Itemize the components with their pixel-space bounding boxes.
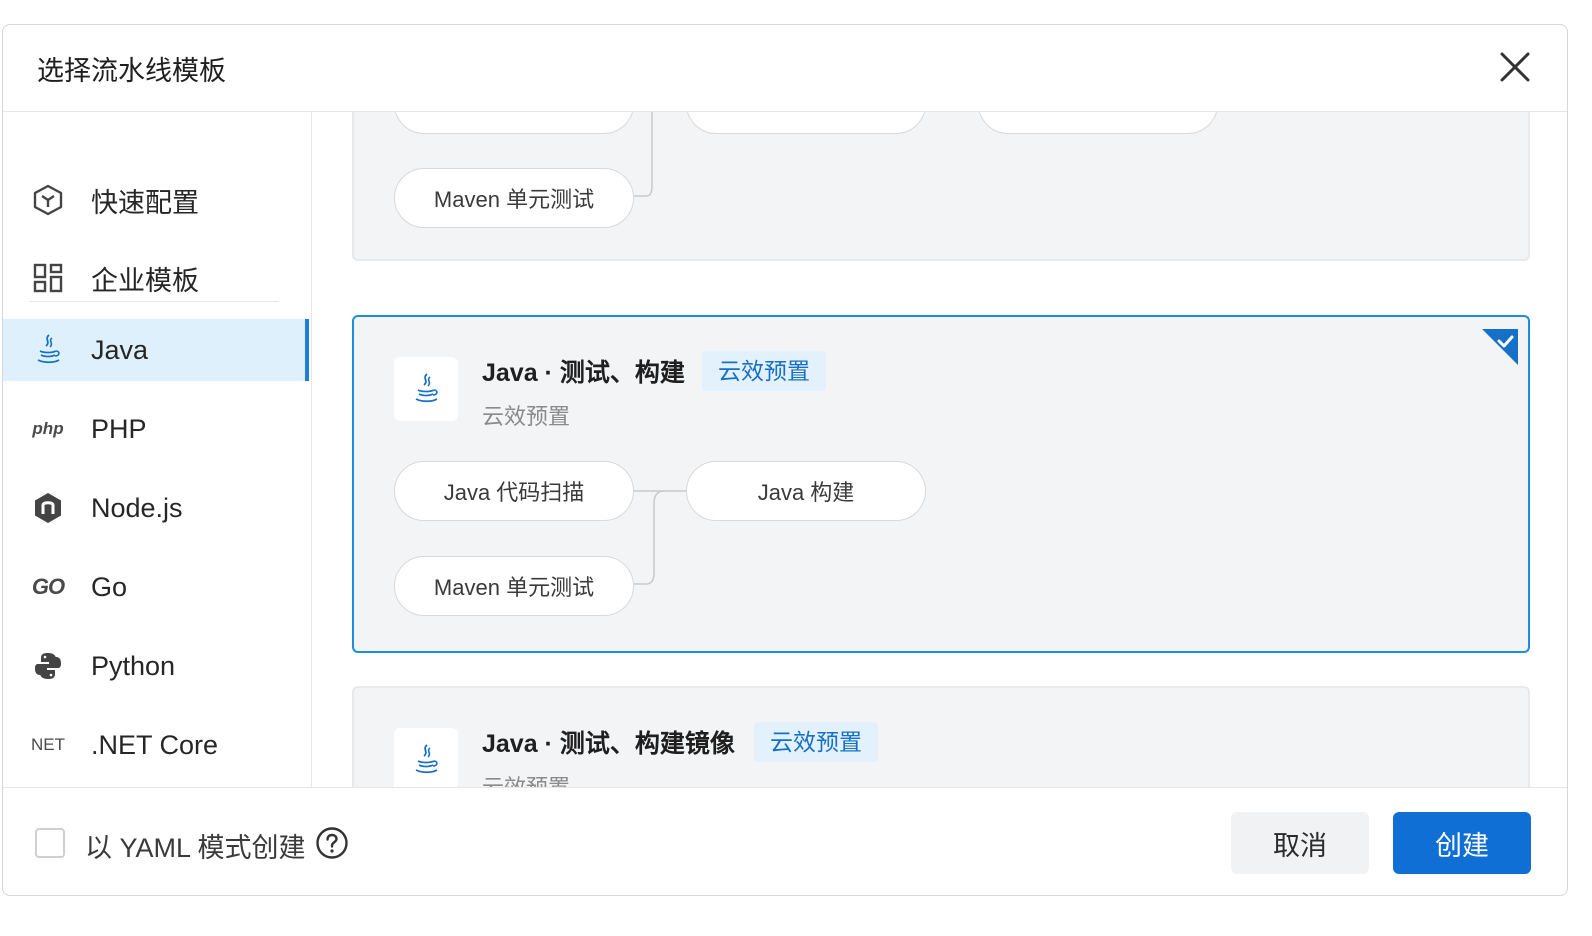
sidebar-item-label: Node.js — [91, 492, 183, 523]
sidebar-item-enterprise-templates[interactable]: 企业模板 — [3, 247, 309, 309]
create-button[interactable]: 创建 — [1393, 812, 1531, 874]
pipeline-step: Maven 单元测试 — [394, 168, 634, 228]
sidebar-item-go[interactable]: GO Go — [3, 556, 309, 618]
template-name: Java · 测试、构建 — [482, 359, 685, 387]
sidebar-divider — [29, 301, 279, 302]
grid-icon — [31, 261, 65, 295]
step-connector — [634, 490, 686, 585]
sidebar-item-label: Java — [91, 334, 149, 365]
sidebar-item-quick-config[interactable]: 快速配置 — [3, 169, 309, 231]
pipeline-template-dialog: 选择流水线模板 快速配置 企业模板 Java php PHP Node.js G… — [2, 24, 1568, 896]
sidebar-item-nodejs[interactable]: Node.js — [3, 477, 309, 539]
help-icon[interactable] — [315, 826, 349, 860]
template-card-java-test-build[interactable]: Java · 测试、构建 云效预置 云效预置 Java 代码扫描 Java 构建… — [352, 315, 1530, 653]
pipeline-step — [978, 112, 1218, 134]
step-connector — [634, 112, 653, 197]
sidebar-item-dotnet[interactable]: NET .NET Core — [3, 714, 309, 776]
sidebar-item-php[interactable]: php PHP — [3, 398, 309, 460]
python-icon — [31, 649, 65, 683]
template-card-partial[interactable]: Maven 单元测试 — [352, 112, 1530, 261]
sidebar-item-label: Python — [91, 650, 176, 681]
pipeline-step: Java 构建 — [686, 461, 926, 521]
preset-badge: 云效预置 — [702, 351, 826, 391]
go-icon: GO — [31, 574, 65, 599]
template-list[interactable]: Maven 单元测试 Java · 测试、构建 云效预置 云效预置 Java 代… — [312, 112, 1567, 787]
yaml-mode-label[interactable]: 以 YAML 模式创建 — [85, 826, 306, 865]
sidebar-item-label: PHP — [91, 413, 147, 444]
java-icon — [415, 744, 438, 774]
sidebar-item-python[interactable]: Python — [3, 635, 309, 697]
template-name: Java · 测试、构建镜像 — [482, 730, 735, 758]
template-sidebar: 快速配置 企业模板 Java php PHP Node.js GO Go Pyt… — [3, 112, 312, 787]
php-icon: php — [32, 419, 64, 438]
dialog-title: 选择流水线模板 — [37, 56, 226, 86]
dialog-header: 选择流水线模板 — [3, 25, 1567, 112]
pipeline-step: Java 代码扫描 — [394, 461, 634, 521]
cube-icon — [31, 183, 65, 217]
dotnet-icon: NET — [31, 735, 65, 754]
preset-badge: 云效预置 — [754, 722, 878, 762]
sidebar-item-label: 快速配置 — [91, 187, 199, 218]
cancel-button[interactable]: 取消 — [1231, 812, 1369, 874]
template-subtitle: 云效预置 — [482, 404, 571, 429]
yaml-mode-checkbox[interactable] — [35, 828, 65, 858]
java-logo — [394, 357, 458, 421]
sidebar-item-label: Go — [91, 571, 128, 602]
dialog-footer: 以 YAML 模式创建 取消 创建 — [3, 787, 1567, 895]
sidebar-item-java[interactable]: Java — [3, 319, 309, 381]
nodejs-icon — [31, 491, 65, 525]
pipeline-step: Maven 单元测试 — [394, 556, 634, 616]
pipeline-step — [394, 112, 634, 134]
template-subtitle: 云效预置 — [482, 770, 570, 787]
close-icon[interactable] — [1497, 49, 1533, 85]
pipeline-step — [686, 112, 926, 134]
java-logo — [394, 728, 458, 787]
java-icon — [415, 373, 438, 403]
sidebar-item-label: .NET Core — [91, 729, 219, 760]
template-card-java-test-build-image[interactable]: Java · 测试、构建镜像 云效预置 云效预置 — [352, 686, 1530, 787]
sidebar-item-label: 企业模板 — [91, 265, 199, 296]
selected-check-icon — [1482, 329, 1518, 365]
java-icon — [31, 333, 65, 367]
